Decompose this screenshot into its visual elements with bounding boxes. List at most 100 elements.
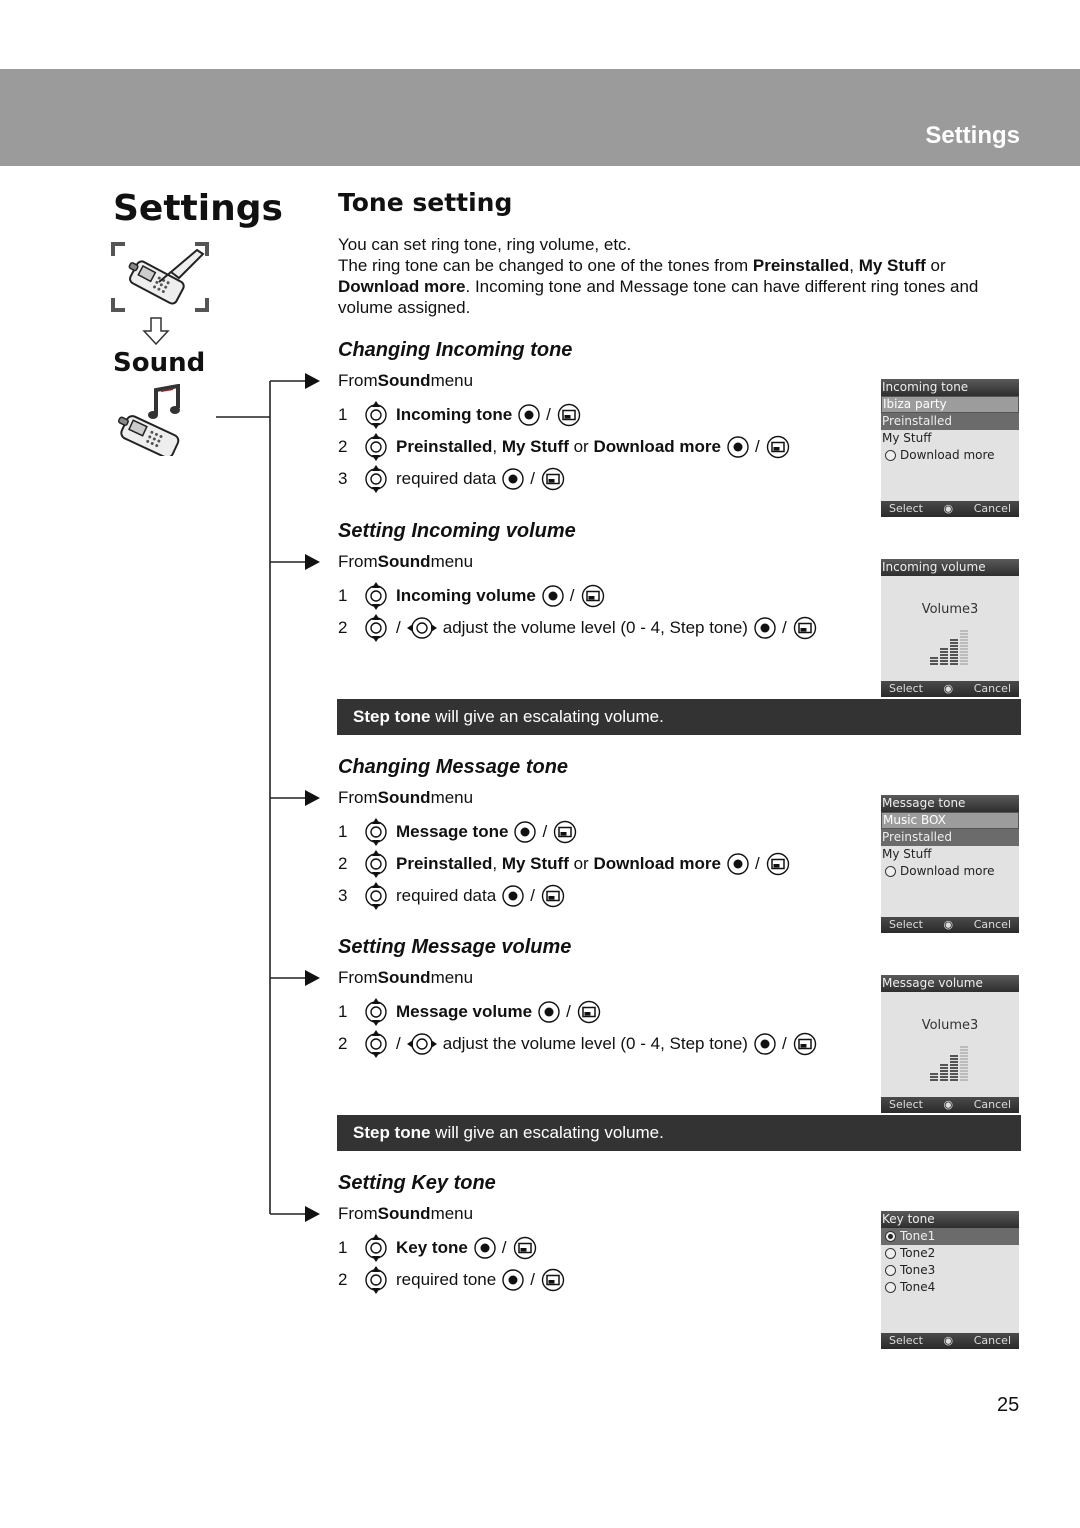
sidebar-title: Settings <box>113 188 283 229</box>
section-label: Settings <box>925 122 1020 149</box>
slash: / <box>396 618 401 637</box>
step-number: 2 <box>338 1034 348 1053</box>
nav-updown-icon <box>364 433 388 461</box>
slash: / <box>530 886 535 905</box>
screen-header: Message volume <box>881 975 1019 992</box>
text-bold: Download more <box>593 854 721 873</box>
screen-softkeys: Select ◉ Cancel <box>881 681 1019 697</box>
radio-icon <box>885 1282 896 1293</box>
nav-updown-icon <box>364 850 388 878</box>
screen-row: Download more <box>881 863 1019 880</box>
center-key-icon: ◉ <box>943 682 954 695</box>
volume-bars <box>930 629 970 665</box>
from-menu-line: From Sound menu <box>338 552 473 572</box>
step-label: Message volume <box>396 1002 533 1021</box>
text: From <box>338 1204 378 1223</box>
screen-softkeys: Select ◉ Cancel <box>881 501 1019 517</box>
volume-label: Volume3 <box>921 1018 979 1033</box>
screen-row: My Stuff <box>882 431 932 445</box>
softkey-icon <box>541 1268 565 1292</box>
slash: / <box>530 469 535 488</box>
slash: / <box>396 1034 401 1053</box>
text-bold: Download more <box>593 437 721 456</box>
step-row: 1 Key tone / <box>338 1234 543 1262</box>
volume-bar <box>950 1054 958 1081</box>
nav-updown-icon <box>364 614 388 642</box>
step-number: 3 <box>338 469 348 488</box>
volume-bar <box>940 1063 948 1081</box>
screen-row: Preinstalled <box>881 829 1019 846</box>
step-number: 2 <box>338 854 348 873</box>
text: or <box>925 256 946 275</box>
step-number: 2 <box>338 437 348 456</box>
from-menu-line: From Sound menu <box>338 788 473 808</box>
phone-screen: Incoming volume Volume3 Select ◉ Cancel <box>881 559 1019 697</box>
nav-updown-icon <box>364 465 388 493</box>
nav-updown-icon <box>364 1234 388 1262</box>
text: will give an escalating volume. <box>430 707 664 726</box>
step-number: 1 <box>338 822 348 841</box>
text: Download more <box>900 864 995 878</box>
text: will give an escalating volume. <box>430 1123 664 1142</box>
text-bold: Sound <box>377 788 431 807</box>
screen-header: Message tone <box>881 795 1019 812</box>
softkey-icon <box>793 1032 817 1056</box>
step-number: 3 <box>338 886 348 905</box>
text: , <box>849 256 859 275</box>
softkey-icon <box>766 852 790 876</box>
nav-leftright-icon <box>407 1032 437 1056</box>
download-icon <box>885 450 896 461</box>
step-row: 2 / adjust the volume level (0 - 4, Step… <box>338 614 823 642</box>
select-key-icon <box>474 1237 496 1259</box>
step-label: adjust the volume level (0 - 4, Step ton… <box>442 1034 748 1053</box>
step-label: adjust the volume level (0 - 4, Step ton… <box>442 618 748 637</box>
step-row: 3 required data / <box>338 882 571 910</box>
softkey-icon <box>557 403 581 427</box>
step-label: required data <box>396 469 497 488</box>
text: From <box>338 371 378 390</box>
intro-paragraph: The ring tone can be changed to one of t… <box>338 255 1028 318</box>
text-bold: Preinstalled <box>396 854 493 873</box>
page-number: 25 <box>997 1394 1020 1416</box>
down-arrow-icon <box>142 317 170 345</box>
select-key-icon <box>754 617 776 639</box>
softkey-icon <box>541 467 565 491</box>
softkey-icon <box>581 584 605 608</box>
text-bold: Step tone <box>353 1123 431 1142</box>
radio-icon <box>885 1248 896 1259</box>
slash: / <box>754 854 760 873</box>
softkey-right: Cancel <box>973 1334 1011 1347</box>
from-menu-line: From Sound menu <box>338 371 473 391</box>
step-number: 1 <box>338 586 348 605</box>
nav-updown-icon <box>364 882 388 910</box>
select-key-icon <box>538 1001 560 1023</box>
text-bold: Preinstalled <box>752 256 850 275</box>
page-title: Tone setting <box>338 188 513 217</box>
softkey-left: Select <box>889 682 923 695</box>
step-row: 1 Incoming volume / <box>338 582 611 610</box>
softkey-icon <box>577 1000 601 1024</box>
text: The ring tone can be changed to one of t… <box>338 256 753 275</box>
text: Download more <box>900 448 995 462</box>
step-row: 2 / adjust the volume level (0 - 4, Step… <box>338 1030 823 1058</box>
section-title: Setting Key tone <box>338 1172 496 1194</box>
text: menu <box>430 371 474 390</box>
header-banner: Settings <box>0 69 1080 166</box>
screen-row: Preinstalled <box>881 413 1019 430</box>
text: , <box>492 854 502 873</box>
center-key-icon: ◉ <box>943 1334 954 1347</box>
volume-bar <box>930 1072 938 1081</box>
nav-updown-icon <box>364 582 388 610</box>
slash: / <box>530 1270 535 1289</box>
arrow-icon <box>305 790 320 806</box>
softkey-icon <box>766 435 790 459</box>
softkey-icon <box>793 616 817 640</box>
select-key-icon <box>518 404 540 426</box>
text: , <box>492 437 502 456</box>
nav-updown-icon <box>364 998 388 1026</box>
text: Tone3 <box>900 1263 936 1277</box>
phone-music-icon <box>117 384 180 456</box>
softkey-left: Select <box>889 1098 923 1111</box>
screen-row: Music BOX <box>881 812 1019 829</box>
slash: / <box>546 405 551 424</box>
